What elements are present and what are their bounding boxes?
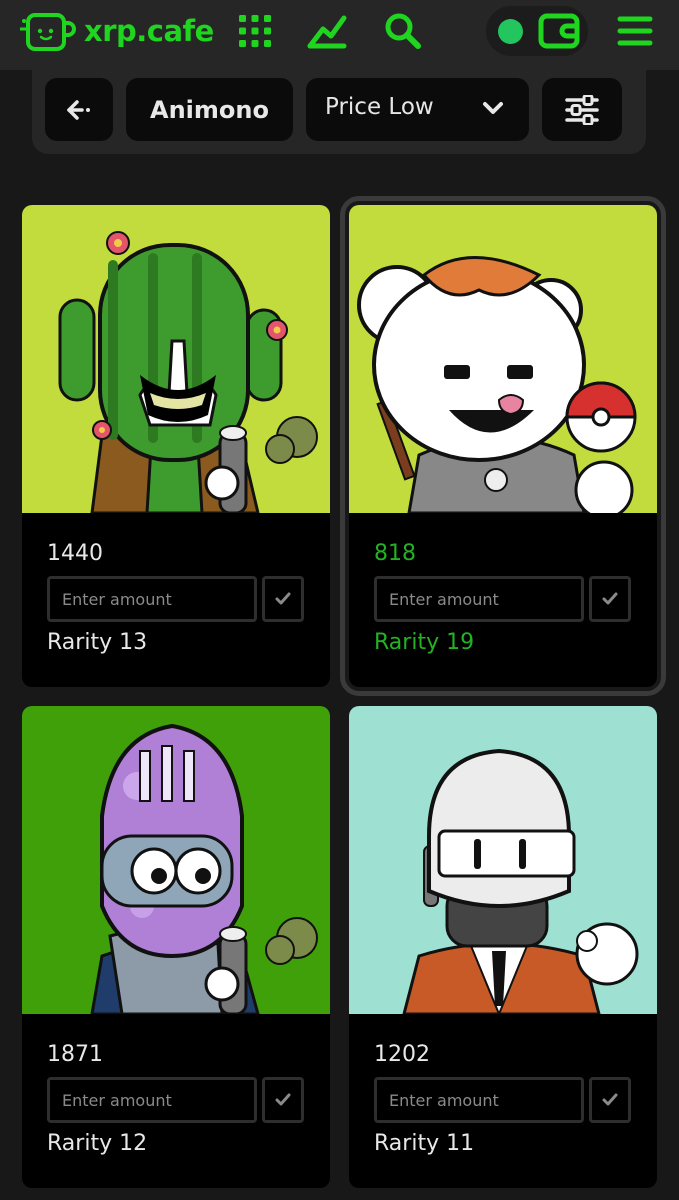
arrow-left-icon [67, 99, 90, 120]
hamburger-menu-icon [617, 16, 653, 46]
filter-settings-button[interactable] [542, 78, 622, 141]
search-button[interactable] [382, 10, 424, 52]
back-button[interactable] [45, 78, 113, 141]
token-id: 818 [374, 541, 416, 566]
stats-button[interactable] [306, 10, 348, 52]
nft-card[interactable]: 1202 Rarity 11 [349, 706, 657, 1188]
sliders-icon [565, 94, 599, 125]
rarity-label: Rarity 12 [47, 1131, 148, 1156]
offer-amount-input[interactable] [47, 576, 257, 622]
search-icon [385, 13, 421, 49]
token-id: 1871 [47, 1042, 103, 1067]
checkmark-icon [275, 1093, 291, 1106]
explore-button[interactable] [234, 10, 276, 52]
wallet-button[interactable] [538, 10, 580, 52]
chart-icon [307, 15, 347, 49]
brand-logo[interactable]: xrp.cafe [20, 8, 214, 54]
nft-artwork-mouse[interactable] [349, 205, 657, 513]
confirm-offer-button[interactable] [262, 1077, 304, 1123]
rarity-label: Rarity 11 [374, 1131, 475, 1156]
nft-artwork-robot[interactable] [349, 706, 657, 1014]
offer-amount-input[interactable] [374, 1077, 584, 1123]
main-menu-button[interactable] [614, 10, 656, 52]
checkmark-icon [275, 592, 291, 605]
nft-card[interactable]: 1440 Rarity 13 [22, 205, 330, 687]
wallet-icon [538, 13, 580, 49]
nft-artwork-knight[interactable] [22, 706, 330, 1014]
nft-card[interactable]: 1871 Rarity 12 [22, 706, 330, 1188]
nft-artwork-cactus[interactable] [22, 205, 330, 513]
brand-name: xrp.cafe [84, 14, 214, 48]
rarity-label: Rarity 19 [374, 630, 475, 655]
collection-name: Animono [150, 95, 269, 124]
checkmark-icon [602, 1093, 618, 1106]
sort-selected-value: Price Low [325, 94, 434, 120]
offer-amount-input[interactable] [374, 576, 584, 622]
sort-dropdown[interactable]: Price Low [306, 78, 529, 141]
checkmark-icon [602, 592, 618, 605]
offer-amount-input[interactable] [47, 1077, 257, 1123]
confirm-offer-button[interactable] [262, 576, 304, 622]
token-id: 1440 [47, 541, 103, 566]
confirm-offer-button[interactable] [589, 1077, 631, 1123]
nft-card-selected[interactable]: 818 Rarity 19 [340, 196, 666, 696]
connection-status-dot [498, 19, 523, 44]
token-id: 1202 [374, 1042, 430, 1067]
confirm-offer-button[interactable] [589, 576, 631, 622]
coffee-cup-icon [20, 13, 76, 51]
grid-menu-icon [239, 15, 271, 47]
chevron-down-icon [483, 102, 503, 114]
rarity-label: Rarity 13 [47, 630, 148, 655]
top-nav-bar: xrp.cafe [0, 0, 679, 70]
collection-filter-button[interactable]: Animono [126, 78, 293, 141]
